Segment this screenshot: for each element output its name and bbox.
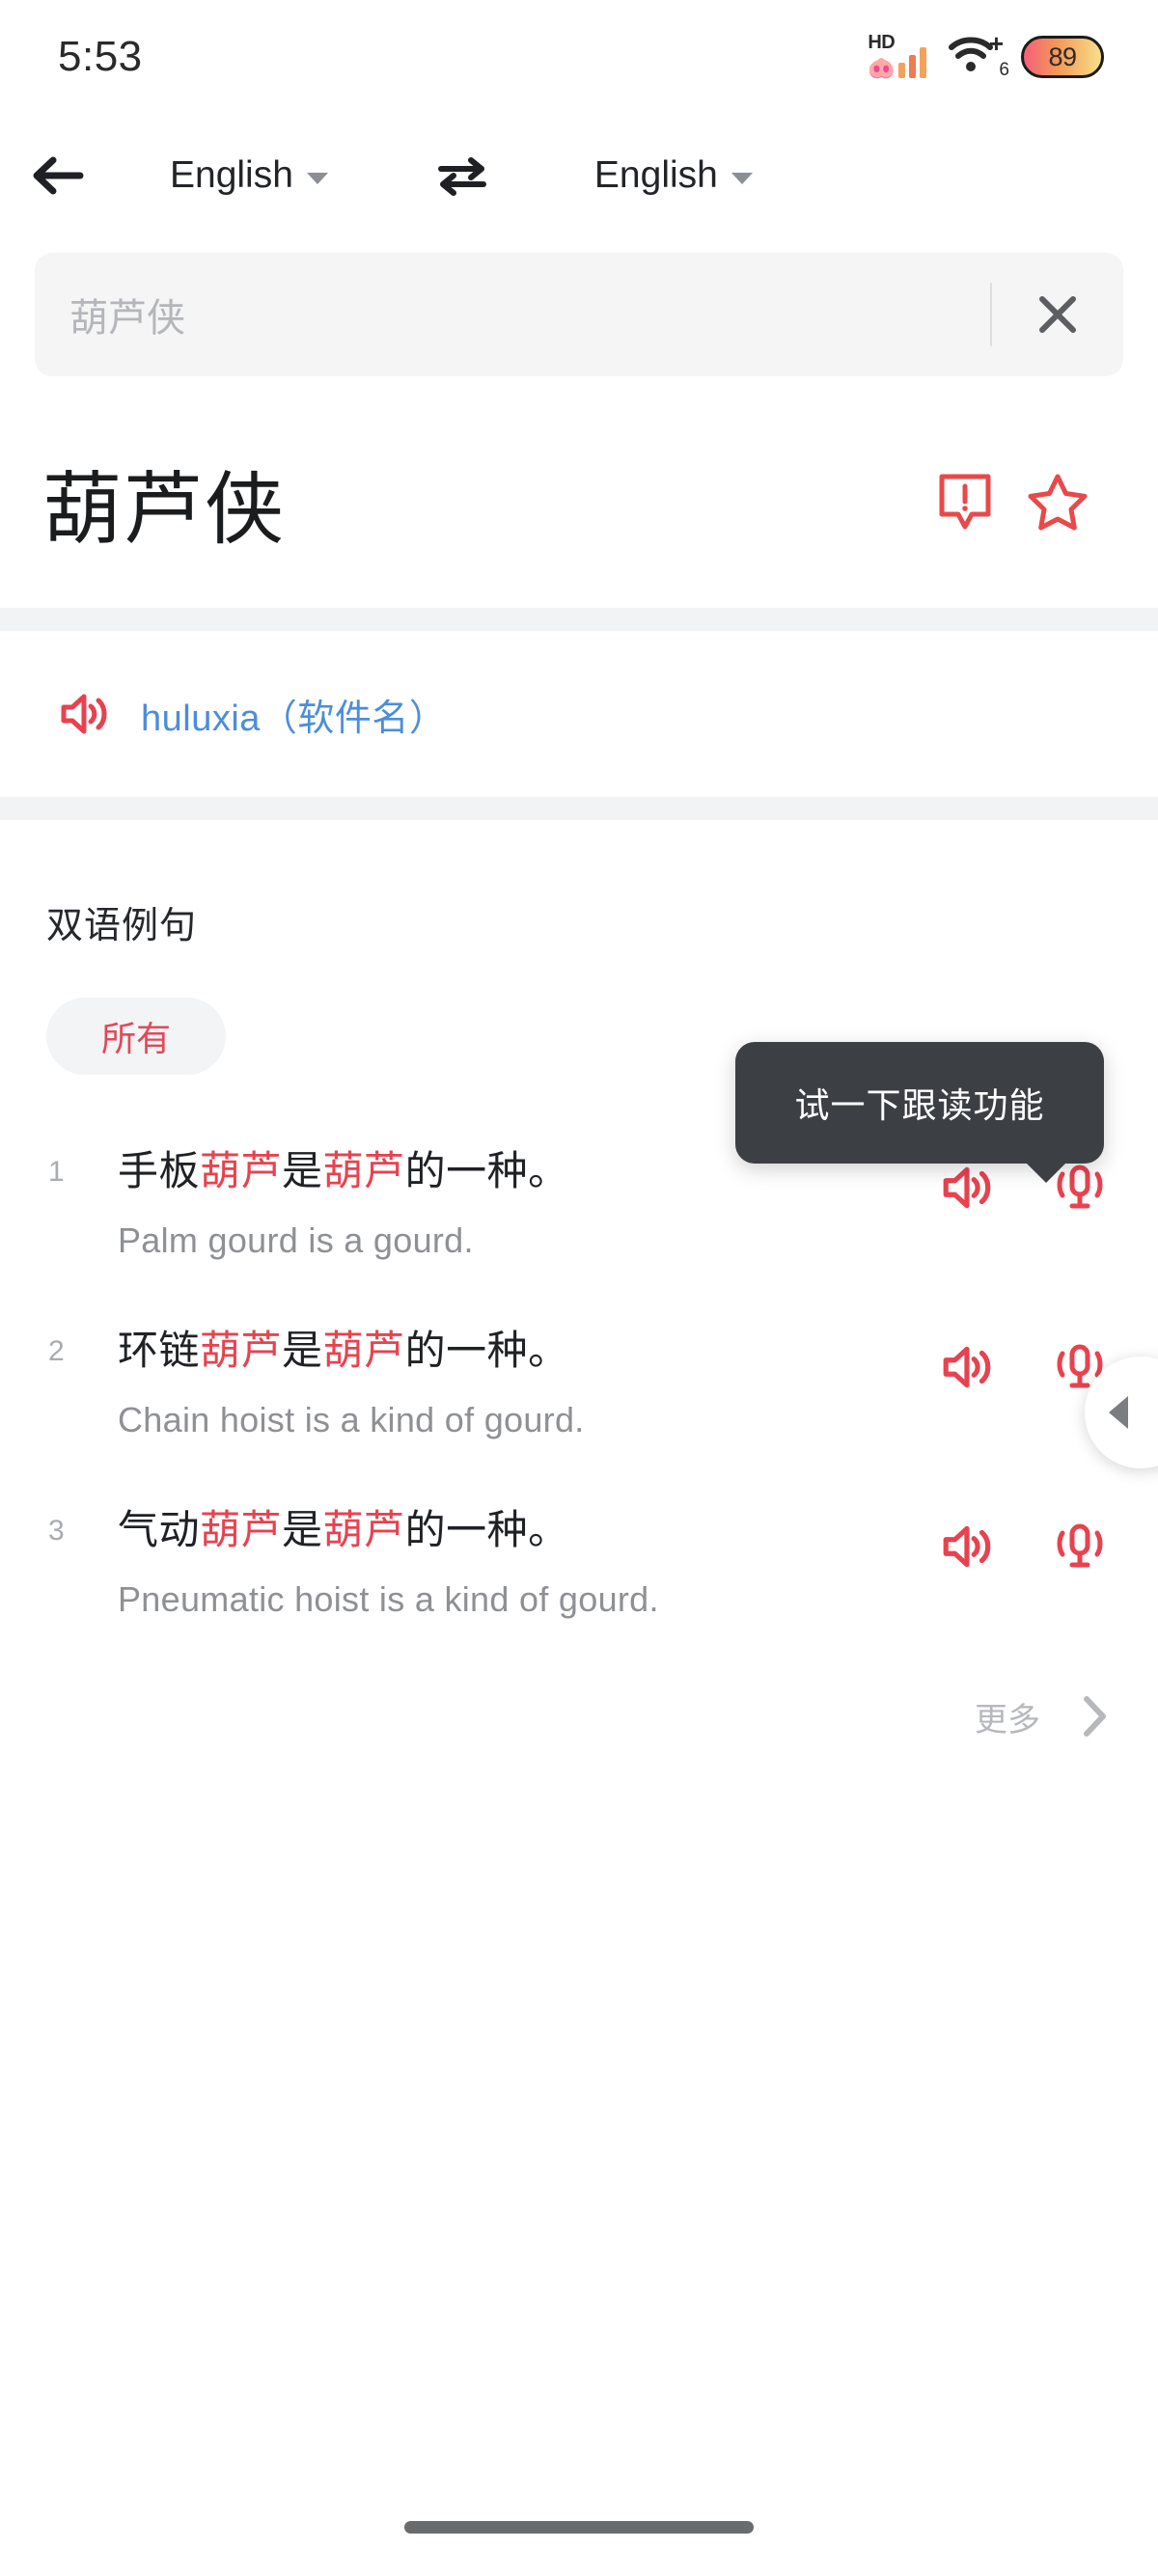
example-sentence-cn: 手板葫芦是葫芦的一种。 <box>118 1144 569 1198</box>
example-cn-post: 的一种。 <box>404 1328 569 1373</box>
status-bar: 5:53 HD 🐽 + 6 89 <box>0 0 1158 114</box>
status-time: 5:53 <box>58 33 143 80</box>
example-speaker-button[interactable] <box>936 1335 1000 1399</box>
speaker-icon <box>943 1166 991 1209</box>
hd-label: HD <box>868 32 896 53</box>
example-number: 1 <box>48 1156 65 1188</box>
source-language-selector[interactable]: English <box>160 122 338 230</box>
status-icons: HD 🐽 + 6 89 <box>868 31 1104 80</box>
chevron-down-icon <box>306 172 328 184</box>
microphone-icon <box>1057 1523 1103 1568</box>
back-button[interactable] <box>0 122 116 230</box>
example-sentence-cn: 环链葫芦是葫芦的一种。 <box>118 1324 569 1378</box>
pronounce-button[interactable] <box>54 683 116 745</box>
example-sentence-en: Pneumatic hoist is a kind of gourd. <box>118 1579 659 1619</box>
example-sentence-cn: 气动葫芦是葫芦的一种。 <box>118 1503 569 1557</box>
chevron-right-icon <box>1084 1696 1106 1737</box>
example-number: 3 <box>48 1515 65 1547</box>
swap-languages-button[interactable] <box>400 122 525 230</box>
battery-indicator: 89 <box>1021 36 1104 78</box>
favorite-button[interactable] <box>1011 455 1104 548</box>
more-label: 更多 <box>975 1701 1040 1739</box>
example-sentence-en: Chain hoist is a kind of gourd. <box>118 1400 585 1439</box>
example-cn-highlight-1: 葫芦 <box>200 1148 283 1193</box>
search-input[interactable]: 葫芦侠 <box>35 287 990 343</box>
wifi-plus-label: + <box>988 29 1004 58</box>
app-bar: English English <box>0 122 1158 230</box>
signal-bars-icon <box>898 45 926 78</box>
read-aloud-tooltip[interactable]: 试一下跟读功能 <box>735 1042 1104 1183</box>
example-cn-highlight-2: 葫芦 <box>322 1328 405 1373</box>
battery-level-label: 89 <box>1048 41 1077 71</box>
headword-row: 葫芦侠 <box>0 405 1158 598</box>
example-cn-post: 的一种。 <box>404 1148 569 1193</box>
report-button[interactable] <box>919 455 1011 548</box>
app-screen: 5:53 HD 🐽 + 6 89 English English 葫芦侠 葫芦侠… <box>0 0 1158 2576</box>
example-number: 2 <box>48 1335 65 1367</box>
section-divider <box>0 797 1158 820</box>
example-cn-highlight-1: 葫芦 <box>200 1507 283 1552</box>
tooltip-text: 试一下跟读功能 <box>794 1085 1045 1125</box>
list-item: 1 手板葫芦是葫芦的一种。 Palm gourd is a gourd. <box>0 1144 1158 1324</box>
swap-arrows-icon <box>437 157 486 196</box>
clear-search-button[interactable] <box>992 253 1123 376</box>
example-cn-post: 的一种。 <box>404 1507 569 1552</box>
report-icon <box>939 474 991 530</box>
search-box[interactable]: 葫芦侠 <box>35 253 1123 376</box>
source-language-label: English <box>170 154 293 196</box>
list-item: 3 气动葫芦是葫芦的一种。 Pneumatic hoist is a kind … <box>0 1503 1158 1683</box>
example-cn-pre: 手板 <box>118 1148 201 1193</box>
back-arrow-icon <box>33 156 84 195</box>
example-sentence-en: Palm gourd is a gourd. <box>118 1220 474 1260</box>
example-actions <box>936 1335 1112 1399</box>
triangle-left-icon <box>1109 1396 1128 1429</box>
example-speaker-button[interactable] <box>936 1515 1000 1578</box>
example-cn-highlight-1: 葫芦 <box>200 1328 283 1373</box>
cellular-signal-icon: HD 🐽 <box>868 32 926 80</box>
examples-list: 1 手板葫芦是葫芦的一种。 Palm gourd is a gourd. 2 环… <box>0 1144 1158 1683</box>
example-speaker-button[interactable] <box>936 1156 1000 1219</box>
page-title: 葫芦侠 <box>42 465 287 554</box>
home-indicator[interactable] <box>404 2521 754 2534</box>
search-bar: 葫芦侠 <box>35 253 1123 376</box>
speaker-icon <box>61 694 107 734</box>
example-read-aloud-button[interactable] <box>1048 1515 1112 1578</box>
target-language-label: English <box>593 154 718 196</box>
filter-chip-label: 所有 <box>100 1019 171 1058</box>
example-cn-mid: 是 <box>282 1507 323 1552</box>
star-icon <box>1028 474 1088 531</box>
pig-emoji-icon: 🐽 <box>868 55 896 80</box>
filter-chip-all[interactable]: 所有 <box>46 998 226 1075</box>
section-divider <box>0 608 1158 631</box>
tooltip-arrow <box>1025 1162 1067 1183</box>
example-cn-pre: 环链 <box>118 1328 201 1373</box>
speaker-icon <box>943 1346 991 1388</box>
example-actions <box>936 1515 1112 1578</box>
wifi-icon: + 6 <box>948 31 1009 80</box>
example-cn-mid: 是 <box>282 1148 323 1193</box>
wifi-generation-label: 6 <box>999 60 1009 80</box>
example-cn-pre: 气动 <box>118 1507 201 1552</box>
close-icon <box>1039 296 1076 333</box>
example-actions <box>936 1156 1112 1219</box>
more-examples-button[interactable]: 更多 <box>975 1683 1112 1750</box>
list-item: 2 环链葫芦是葫芦的一种。 Chain hoist is a kind of g… <box>0 1324 1158 1503</box>
chevron-down-icon <box>731 172 753 184</box>
translation-row: huluxia（软件名） <box>0 631 1158 797</box>
example-cn-highlight-2: 葫芦 <box>322 1148 405 1193</box>
translation-text[interactable]: huluxia（软件名） <box>141 688 446 741</box>
example-cn-mid: 是 <box>282 1328 323 1373</box>
example-cn-highlight-2: 葫芦 <box>322 1507 405 1552</box>
section-title: 双语例句 <box>46 906 198 946</box>
speaker-icon <box>943 1525 991 1568</box>
target-language-selector[interactable]: English <box>585 122 762 230</box>
